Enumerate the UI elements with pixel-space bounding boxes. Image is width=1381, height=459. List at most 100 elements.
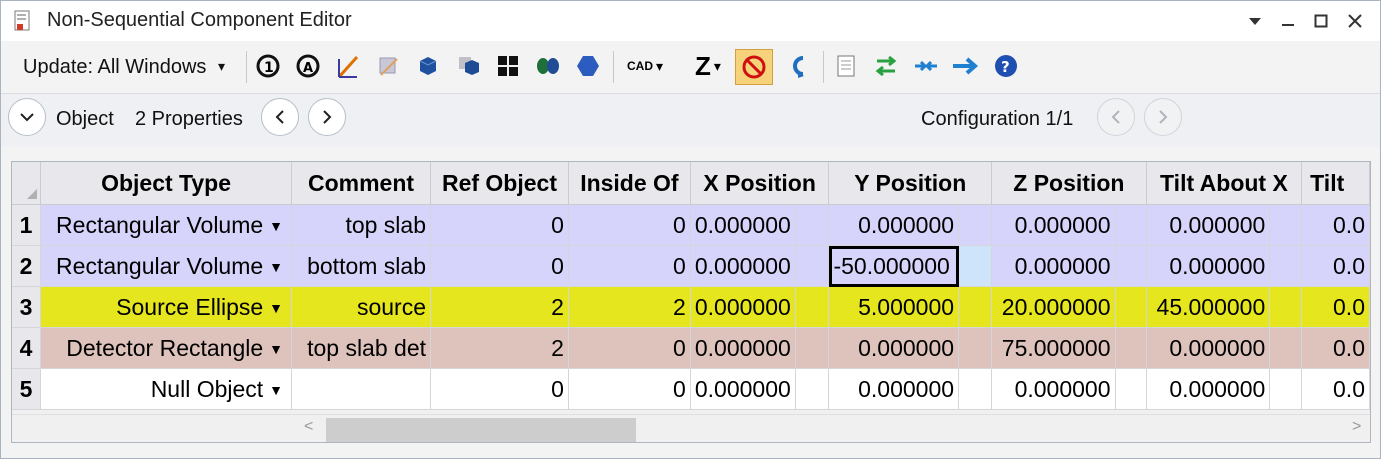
minimize-button[interactable]	[1274, 7, 1302, 35]
y-position-cell[interactable]: 0.000000	[828, 368, 960, 410]
y-position-cell[interactable]: -50.000000	[828, 245, 960, 287]
table-row[interactable]: 3 Source Ellipse ▼ source 2 2 0.000000 5.000000…	[12, 286, 1370, 328]
z-position-cell[interactable]: 0.000000	[991, 204, 1116, 246]
comment-cell[interactable]: top slab det	[291, 327, 431, 369]
column-header[interactable]: Inside Of	[568, 162, 691, 205]
scroll-left-icon[interactable]: <	[304, 418, 313, 436]
object-type-cell[interactable]: Source Ellipse ▼	[40, 286, 293, 328]
inside-of-cell[interactable]: 0	[568, 204, 691, 246]
y-solve-cell[interactable]	[958, 245, 993, 287]
row-number[interactable]: 3	[12, 286, 42, 328]
select-all-corner[interactable]	[12, 162, 42, 205]
cad-dropdown[interactable]: CAD ▾	[621, 51, 669, 81]
arrow-right-icon[interactable]	[951, 51, 981, 81]
solid-cube-icon[interactable]	[413, 51, 443, 81]
notes-icon[interactable]	[831, 51, 861, 81]
update-dropdown[interactable]: Update: All Windows ▾	[23, 56, 225, 79]
x-position-cell[interactable]: 0.000000	[690, 286, 796, 328]
tilt-x-solve-cell[interactable]	[1269, 368, 1303, 410]
comment-cell[interactable]: bottom slab	[291, 245, 431, 287]
row-number[interactable]: 4	[12, 327, 42, 369]
z-position-cell[interactable]: 0.000000	[991, 368, 1116, 410]
maximize-button[interactable]	[1307, 7, 1335, 35]
tilt-x-solve-cell[interactable]	[1269, 204, 1303, 246]
ref-object-cell[interactable]: 2	[430, 327, 569, 369]
next-object-button[interactable]	[308, 98, 346, 136]
lens-pair-icon[interactable]	[533, 51, 563, 81]
inside-of-cell[interactable]: 0	[568, 368, 691, 410]
column-header[interactable]: Object Type	[40, 162, 293, 205]
table-row[interactable]: 4 Detector Rectangle ▼ top slab det 2 0 0.0000…	[12, 327, 1370, 369]
object-type-cell[interactable]: Rectangular Volume ▼	[40, 204, 293, 246]
x-solve-cell[interactable]	[795, 327, 830, 369]
shaded-model-icon[interactable]	[373, 51, 403, 81]
tilt-y-cell[interactable]: 0.0	[1301, 327, 1370, 369]
y-solve-cell[interactable]	[958, 327, 993, 369]
next-config-button[interactable]	[1144, 98, 1182, 136]
tilt-x-solve-cell[interactable]	[1269, 286, 1303, 328]
z-solve-cell[interactable]	[1115, 245, 1147, 287]
nsc-cube-icon[interactable]	[453, 51, 483, 81]
chevron-down-icon[interactable]: ▼	[269, 300, 283, 316]
tilt-x-cell[interactable]: 0.000000	[1146, 204, 1271, 246]
z-solve-cell[interactable]	[1115, 286, 1147, 328]
horizontal-scrollbar[interactable]: < >	[12, 414, 1370, 442]
swap-arrows-icon[interactable]	[871, 51, 901, 81]
tilt-x-solve-cell[interactable]	[1269, 327, 1303, 369]
x-position-cell[interactable]: 0.000000	[690, 368, 796, 410]
z-position-cell[interactable]: 0.000000	[991, 245, 1116, 287]
ref-object-cell[interactable]: 0	[430, 204, 569, 246]
inside-of-cell[interactable]: 0	[568, 245, 691, 287]
previous-config-button[interactable]	[1097, 98, 1135, 136]
ignore-objects-icon[interactable]	[735, 49, 773, 85]
ref-object-cell[interactable]: 0	[430, 245, 569, 287]
row-number[interactable]: 5	[12, 368, 42, 410]
z-solve-cell[interactable]	[1115, 368, 1147, 410]
column-header[interactable]: X Position	[690, 162, 830, 205]
table-row[interactable]: 2 Rectangular Volume ▼ bottom slab 0 0 0.00000…	[12, 245, 1370, 287]
column-header[interactable]: Ref Object	[430, 162, 569, 205]
z-dropdown[interactable]: Z ▾	[685, 51, 731, 81]
tilt-y-cell[interactable]: 0.0	[1301, 286, 1370, 328]
x-solve-cell[interactable]	[795, 368, 830, 410]
chevron-down-icon[interactable]: ▼	[269, 259, 283, 275]
column-header[interactable]: Tilt About X	[1146, 162, 1303, 205]
y-position-cell[interactable]: 0.000000	[828, 327, 960, 369]
close-button[interactable]	[1341, 7, 1369, 35]
dropdown-menu-icon[interactable]	[1241, 7, 1269, 35]
tilt-y-cell[interactable]: 0.0	[1301, 245, 1370, 287]
x-solve-cell[interactable]	[795, 245, 830, 287]
ray-trace-icon[interactable]	[333, 51, 363, 81]
table-row[interactable]: 5 Null Object ▼ 0 0 0.000000 0.000000 0.000000 0…	[12, 368, 1370, 410]
link-arrows-icon[interactable]	[911, 51, 941, 81]
previous-object-button[interactable]	[261, 98, 299, 136]
undo-icon[interactable]	[783, 51, 813, 81]
hexagon-icon[interactable]	[573, 51, 603, 81]
comment-cell[interactable]: source	[291, 286, 431, 328]
column-header[interactable]: Y Position	[828, 162, 993, 205]
ref-object-cell[interactable]: 2	[430, 286, 569, 328]
tilt-y-cell[interactable]: 0.0	[1301, 368, 1370, 410]
scrollbar-thumb[interactable]	[326, 418, 636, 442]
column-header[interactable]: Z Position	[991, 162, 1147, 205]
help-icon[interactable]: ?	[991, 51, 1021, 81]
inside-of-cell[interactable]: 2	[568, 286, 691, 328]
y-position-cell[interactable]: 5.000000	[828, 286, 960, 328]
y-solve-cell[interactable]	[958, 204, 993, 246]
x-position-cell[interactable]: 0.000000	[690, 327, 796, 369]
y-solve-cell[interactable]	[958, 286, 993, 328]
tilt-x-cell[interactable]: 0.000000	[1146, 245, 1271, 287]
comment-cell[interactable]: top slab	[291, 204, 431, 246]
tilt-y-cell[interactable]: 0.0	[1301, 204, 1370, 246]
collapse-button[interactable]	[8, 98, 46, 136]
tilt-x-cell[interactable]: 0.000000	[1146, 368, 1271, 410]
row-number[interactable]: 2	[12, 245, 42, 287]
row-number[interactable]: 1	[12, 204, 42, 246]
tilt-x-solve-cell[interactable]	[1269, 245, 1303, 287]
scroll-right-icon[interactable]: >	[1352, 418, 1361, 436]
object-type-cell[interactable]: Null Object ▼	[40, 368, 293, 410]
z-solve-cell[interactable]	[1115, 204, 1147, 246]
z-solve-cell[interactable]	[1115, 327, 1147, 369]
refresh-icon[interactable]: 1	[253, 51, 283, 81]
chevron-down-icon[interactable]: ▼	[269, 382, 283, 398]
